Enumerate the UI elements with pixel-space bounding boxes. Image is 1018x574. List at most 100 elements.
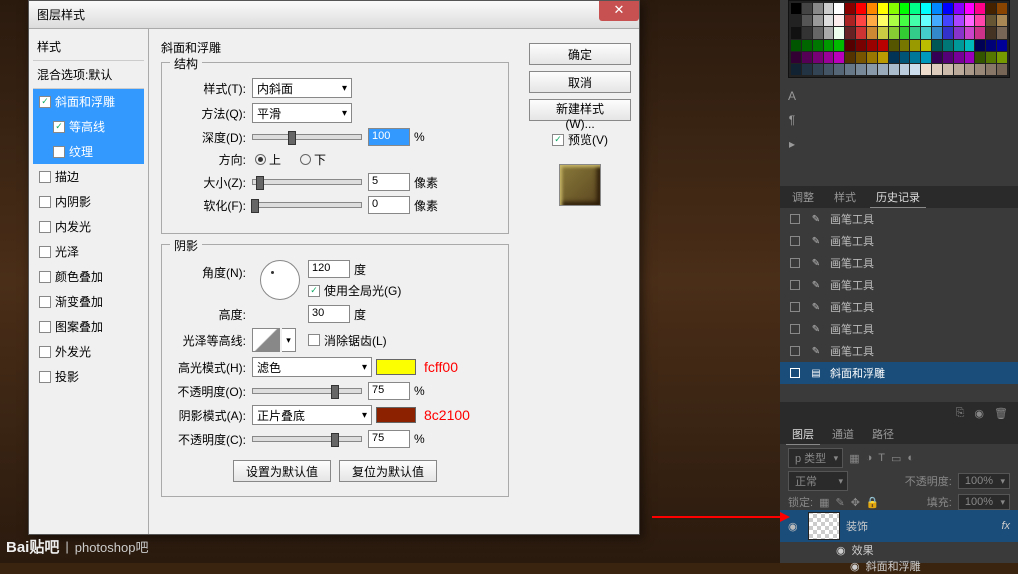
swatch[interactable] [910, 15, 920, 26]
filter-icon[interactable]: ▭ [891, 452, 901, 465]
swatch[interactable] [834, 15, 844, 26]
swatch[interactable] [889, 40, 899, 51]
history-item[interactable]: ✎画笔工具 [780, 230, 1018, 252]
swatch[interactable] [813, 3, 823, 14]
swatch[interactable] [824, 52, 834, 63]
size-slider[interactable] [252, 179, 362, 185]
visibility-toggle-icon[interactable]: ◉ [850, 560, 860, 573]
swatch[interactable] [975, 3, 985, 14]
swatch[interactable] [856, 52, 866, 63]
history-item[interactable]: ✎画笔工具 [780, 296, 1018, 318]
ok-button[interactable]: 确定 [529, 43, 631, 65]
swatch[interactable] [900, 64, 910, 75]
swatch[interactable] [932, 27, 942, 38]
swatch[interactable] [997, 15, 1007, 26]
blend-mode-select[interactable]: 正常 [788, 471, 848, 491]
tab-style[interactable]: 样式 [828, 187, 862, 207]
swatch[interactable] [954, 40, 964, 51]
swatch[interactable] [986, 15, 996, 26]
swatch[interactable] [975, 27, 985, 38]
swatch[interactable] [834, 27, 844, 38]
swatch[interactable] [856, 3, 866, 14]
shadow-opacity-input[interactable]: 75 [368, 430, 410, 448]
swatch[interactable] [932, 3, 942, 14]
swatch[interactable] [997, 64, 1007, 75]
camera-icon[interactable]: ◉ [974, 407, 984, 420]
swatch[interactable] [824, 40, 834, 51]
tab-adjust[interactable]: 调整 [786, 187, 820, 207]
soften-slider[interactable] [252, 202, 362, 208]
angle-input[interactable]: 120 [308, 260, 350, 278]
style-item[interactable]: 内发光 [33, 214, 144, 239]
swatch[interactable] [856, 64, 866, 75]
fx-badge[interactable]: fx [1001, 520, 1010, 532]
swatch[interactable] [867, 27, 877, 38]
swatch[interactable] [965, 64, 975, 75]
style-checkbox[interactable] [39, 196, 51, 208]
swatch[interactable] [921, 15, 931, 26]
style-item[interactable]: ✓等高线 [33, 114, 144, 139]
direction-up-radio[interactable] [255, 154, 266, 165]
swatch[interactable] [867, 64, 877, 75]
swatch[interactable] [845, 15, 855, 26]
swatch[interactable] [910, 40, 920, 51]
swatch[interactable] [856, 40, 866, 51]
tab-history[interactable]: 历史记录 [870, 187, 926, 208]
effect-item-row[interactable]: ◉ 斜面和浮雕 [780, 558, 1018, 574]
swatch[interactable] [900, 40, 910, 51]
style-checkbox[interactable] [39, 346, 51, 358]
new-style-button[interactable]: 新建样式(W)... [529, 99, 631, 121]
swatch[interactable] [997, 27, 1007, 38]
swatch[interactable] [791, 40, 801, 51]
opacity-select[interactable]: 100% [958, 473, 1010, 489]
swatch[interactable] [986, 3, 996, 14]
style-checkbox[interactable] [39, 296, 51, 308]
global-light-checkbox[interactable]: ✓ [308, 285, 320, 297]
lock-icon[interactable]: ✥ [851, 496, 860, 509]
swatch[interactable] [986, 40, 996, 51]
style-item[interactable]: 内阴影 [33, 189, 144, 214]
swatch[interactable] [878, 64, 888, 75]
history-item[interactable]: ✎画笔工具 [780, 274, 1018, 296]
dialog-titlebar[interactable]: 图层样式 ✕ [29, 1, 639, 29]
angle-dial[interactable] [260, 260, 300, 300]
blend-options-item[interactable]: 混合选项:默认 [33, 61, 144, 89]
swatch[interactable] [943, 52, 953, 63]
history-item[interactable]: ▤斜面和浮雕 [780, 362, 1018, 384]
swatch[interactable] [997, 3, 1007, 14]
history-item[interactable]: ✎画笔工具 [780, 208, 1018, 230]
swatch[interactable] [910, 27, 920, 38]
direction-down-radio[interactable] [300, 154, 311, 165]
swatch[interactable] [943, 64, 953, 75]
style-checkbox[interactable] [39, 321, 51, 333]
swatch[interactable] [845, 3, 855, 14]
history-item[interactable]: ✎画笔工具 [780, 252, 1018, 274]
swatch[interactable] [900, 52, 910, 63]
swatch[interactable] [975, 40, 985, 51]
swatch[interactable] [975, 64, 985, 75]
soften-input[interactable]: 0 [368, 196, 410, 214]
visibility-toggle-icon[interactable]: ◉ [836, 544, 846, 557]
swatch[interactable] [986, 52, 996, 63]
style-item[interactable]: 图案叠加 [33, 314, 144, 339]
style-checkbox[interactable]: ✓ [53, 121, 65, 133]
swatch[interactable] [986, 64, 996, 75]
style-item[interactable]: 外发光 [33, 339, 144, 364]
history-item[interactable]: ✎画笔工具 [780, 340, 1018, 362]
depth-input[interactable]: 100 [368, 128, 410, 146]
swatch[interactable] [900, 3, 910, 14]
tool-icon[interactable]: ▸ [780, 132, 804, 156]
swatch[interactable] [834, 40, 844, 51]
swatch[interactable] [802, 52, 812, 63]
swatch[interactable] [834, 64, 844, 75]
swatch[interactable] [910, 52, 920, 63]
filter-icon[interactable]: ◑ [866, 452, 873, 464]
style-checkbox[interactable]: ✓ [39, 96, 51, 108]
style-checkbox[interactable] [53, 146, 65, 158]
style-item[interactable]: 描边 [33, 164, 144, 189]
tab-paths[interactable]: 路径 [866, 424, 900, 444]
swatch[interactable] [802, 27, 812, 38]
swatch[interactable] [965, 3, 975, 14]
swatch[interactable] [997, 40, 1007, 51]
swatch[interactable] [845, 52, 855, 63]
